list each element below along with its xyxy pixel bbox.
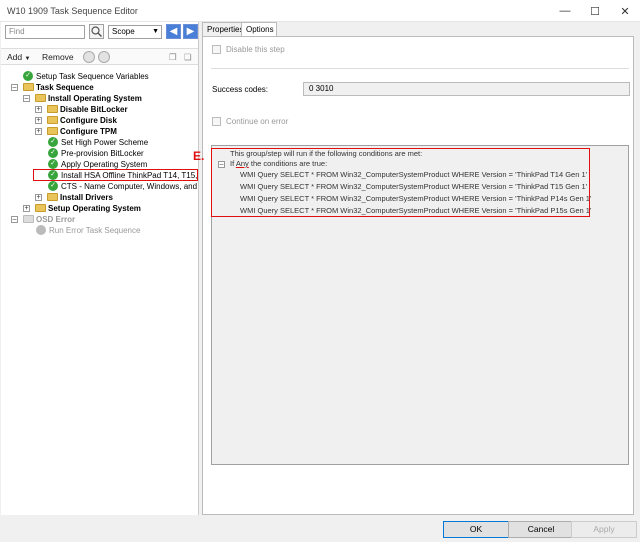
options-panel: Disable this step Success codes: 0 3010 … (202, 36, 634, 515)
expand-icon[interactable]: + (23, 205, 30, 212)
tab-properties[interactable]: Properties (202, 22, 243, 36)
find-button[interactable] (89, 24, 104, 39)
title-bar: W10 1909 Task Sequence Editor — ☐ ✕ (0, 0, 640, 22)
maximize-icon: ☐ (590, 5, 600, 18)
expand-icon[interactable]: + (35, 117, 42, 124)
arrow-right-icon: ▶ (186, 26, 195, 37)
chevron-down-icon: ▼ (24, 56, 31, 62)
move-up-icon[interactable] (83, 51, 95, 63)
close-icon: ✕ (620, 5, 630, 18)
success-check-icon: ✓ (48, 181, 58, 191)
tree-item-cts-name[interactable]: ✓ CTS - Name Computer, Windows, and Ne (48, 181, 198, 192)
folder-icon (47, 116, 58, 124)
folder-icon (23, 83, 34, 91)
tree-toolbar: Add ▼ Remove ❐ ❏ (1, 48, 198, 65)
selected-step-highlight (33, 169, 198, 181)
folder-icon (35, 94, 46, 102)
close-button[interactable]: ✕ (610, 0, 640, 22)
apply-button[interactable]: Apply (571, 521, 637, 538)
folder-icon (47, 127, 58, 135)
chevron-down-icon: ▼ (152, 28, 159, 35)
conditions-highlight (211, 148, 590, 217)
success-check-icon: ✓ (48, 159, 58, 169)
move-down-icon[interactable] (98, 51, 110, 63)
collapse-icon[interactable]: – (11, 84, 18, 91)
annotation-label: E. (193, 149, 205, 163)
disable-step-checkbox[interactable] (212, 45, 221, 54)
scope-value: Scope (112, 27, 135, 36)
success-check-icon: ✓ (23, 71, 33, 81)
collapse-icon[interactable]: – (11, 216, 18, 223)
divider (211, 68, 629, 69)
success-check-icon: ✓ (48, 148, 58, 158)
disabled-step-icon (36, 225, 46, 235)
expand-icon[interactable]: + (35, 194, 42, 201)
folder-icon (47, 193, 58, 201)
dialog-footer: OK Cancel Apply (0, 515, 640, 542)
continue-on-error-label: Continue on error (226, 117, 289, 126)
scope-select[interactable]: Scope ▼ (108, 25, 162, 39)
ok-button[interactable]: OK (443, 521, 509, 538)
success-codes-input[interactable]: 0 3010 (303, 82, 630, 96)
window-title: W10 1909 Task Sequence Editor (7, 6, 138, 16)
step-details-pane: Properties Options Disable this step Suc… (200, 22, 640, 515)
search-icon (91, 26, 102, 37)
expand-icon[interactable]: + (35, 128, 42, 135)
collapse-icon[interactable]: – (23, 95, 30, 102)
folder-icon (47, 105, 58, 113)
arrow-left-icon: ◀ (169, 26, 178, 37)
minimize-button[interactable]: — (550, 0, 580, 22)
maximize-button[interactable]: ☐ (580, 0, 610, 22)
success-codes-label: Success codes: (212, 85, 269, 94)
remove-button[interactable]: Remove (42, 52, 74, 62)
success-check-icon: ✓ (48, 137, 58, 147)
find-input[interactable]: Find (5, 25, 85, 39)
folder-icon (35, 204, 46, 212)
paste-icon[interactable]: ❏ (184, 52, 192, 63)
disable-step-label: Disable this step (226, 45, 285, 54)
next-result-button[interactable]: ▶ (183, 24, 198, 39)
add-button[interactable]: Add ▼ (7, 52, 30, 62)
folder-icon (23, 215, 34, 223)
minimize-icon: — (559, 5, 571, 17)
continue-on-error-checkbox[interactable] (212, 117, 221, 126)
cancel-button[interactable]: Cancel (508, 521, 574, 538)
tab-options[interactable]: Options (241, 22, 277, 37)
previous-result-button[interactable]: ◀ (166, 24, 181, 39)
expand-icon[interactable]: + (35, 106, 42, 113)
task-sequence-pane: Find Scope ▼ ◀ ▶ Add ▼ Remove ❐ ❏ ✓ Setu… (1, 22, 199, 515)
copy-icon[interactable]: ❐ (169, 52, 177, 63)
